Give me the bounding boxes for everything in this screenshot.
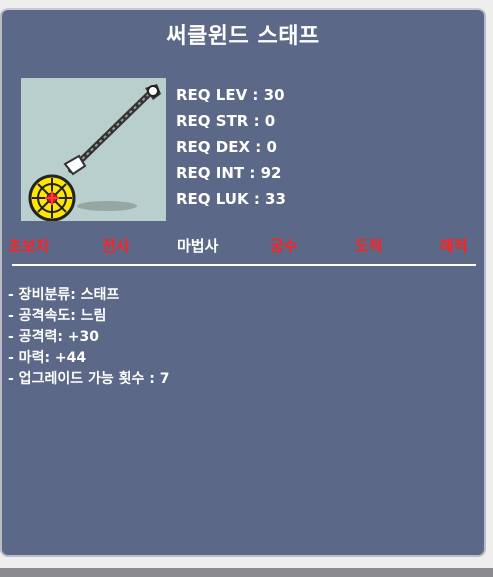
item-image: [21, 78, 166, 222]
job-pirate: 해적: [440, 237, 468, 255]
requirements-list: REQ LEV : 30 REQ STR : 0 REQ DEX : 0 REQ…: [176, 82, 286, 212]
job-list: 초보자 전사 마법사 궁수 도적 해적: [2, 235, 488, 257]
stats-list: - 장비분류: 스태프 - 공격속도: 느림 - 공격력: +30 - 마력: …: [8, 285, 169, 390]
bottom-strip: [0, 568, 493, 577]
req-luk: REQ LUK : 33: [176, 190, 286, 208]
stat-upgrade-slots: - 업그레이드 가능 횟수 : 7: [8, 371, 170, 387]
req-int: REQ INT : 92: [176, 164, 282, 182]
job-bowman: 궁수: [270, 237, 298, 255]
stat-magic: - 마력: +44: [8, 350, 87, 366]
item-name: 써클윈드 스태프: [166, 24, 320, 49]
job-warrior: 전사: [102, 237, 130, 255]
stat-attack-speed: - 공격속도: 느림: [8, 308, 107, 324]
item-tooltip: 써클윈드 스태프 REQ LEV : 30 REQ STR : 0 REQ DE…: [0, 8, 486, 557]
divider: [12, 264, 476, 266]
req-level: REQ LEV : 30: [176, 86, 285, 104]
stat-equipment-type: - 장비분류: 스태프: [8, 287, 120, 303]
job-magician: 마법사: [177, 237, 219, 255]
stat-attack: - 공격력: +30: [8, 329, 100, 345]
req-str: REQ STR : 0: [176, 112, 276, 130]
job-thief: 도적: [355, 237, 383, 255]
req-dex: REQ DEX : 0: [176, 138, 277, 156]
job-beginner: 초보자: [8, 237, 50, 255]
staff-icon: [28, 84, 161, 222]
